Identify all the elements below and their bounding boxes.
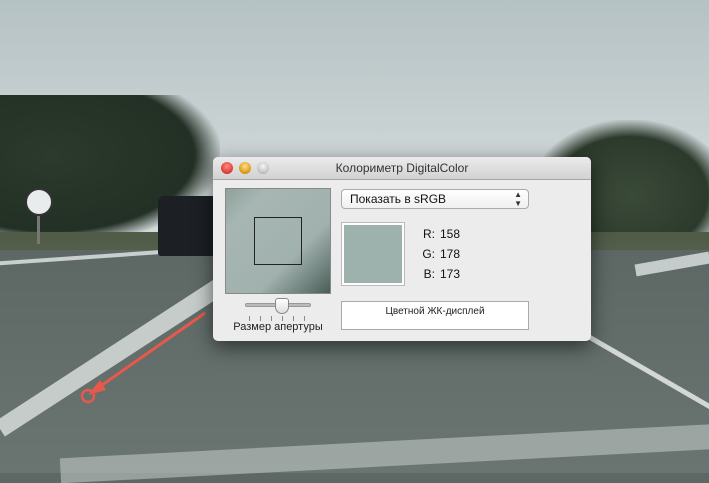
zoom-button[interactable] [257, 162, 269, 174]
digitalcolor-meter-window: Колориметр DigitalColor Размер апертуры … [213, 157, 591, 341]
aperture-box [254, 217, 302, 265]
aperture-label: Размер апертуры [233, 321, 323, 333]
red-value-row: R: 158 [423, 227, 461, 241]
green-value: 178 [440, 247, 461, 261]
display-name: Цветной ЖК-дисплей [385, 306, 485, 317]
close-button[interactable] [221, 162, 233, 174]
red-value: 158 [440, 227, 461, 241]
green-value-row: G: 178 [422, 247, 461, 261]
minimize-button[interactable] [239, 162, 251, 174]
aperture-slider-knob[interactable] [275, 298, 289, 314]
title-bar[interactable]: Колориметр DigitalColor [213, 157, 591, 180]
updown-chevron-icon: ▲ ▼ [514, 190, 522, 208]
popup-value: Показать в sRGB [350, 192, 447, 206]
color-space-popup[interactable]: Показать в sRGB ▲ ▼ [341, 189, 529, 209]
window-title: Колориметр DigitalColor [335, 161, 469, 175]
blue-value-row: B: 173 [423, 267, 461, 281]
magnifier-preview [225, 188, 331, 294]
color-swatch [341, 222, 405, 286]
blue-value: 173 [440, 267, 461, 281]
display-name-box: Цветной ЖК-дисплей [341, 301, 529, 330]
